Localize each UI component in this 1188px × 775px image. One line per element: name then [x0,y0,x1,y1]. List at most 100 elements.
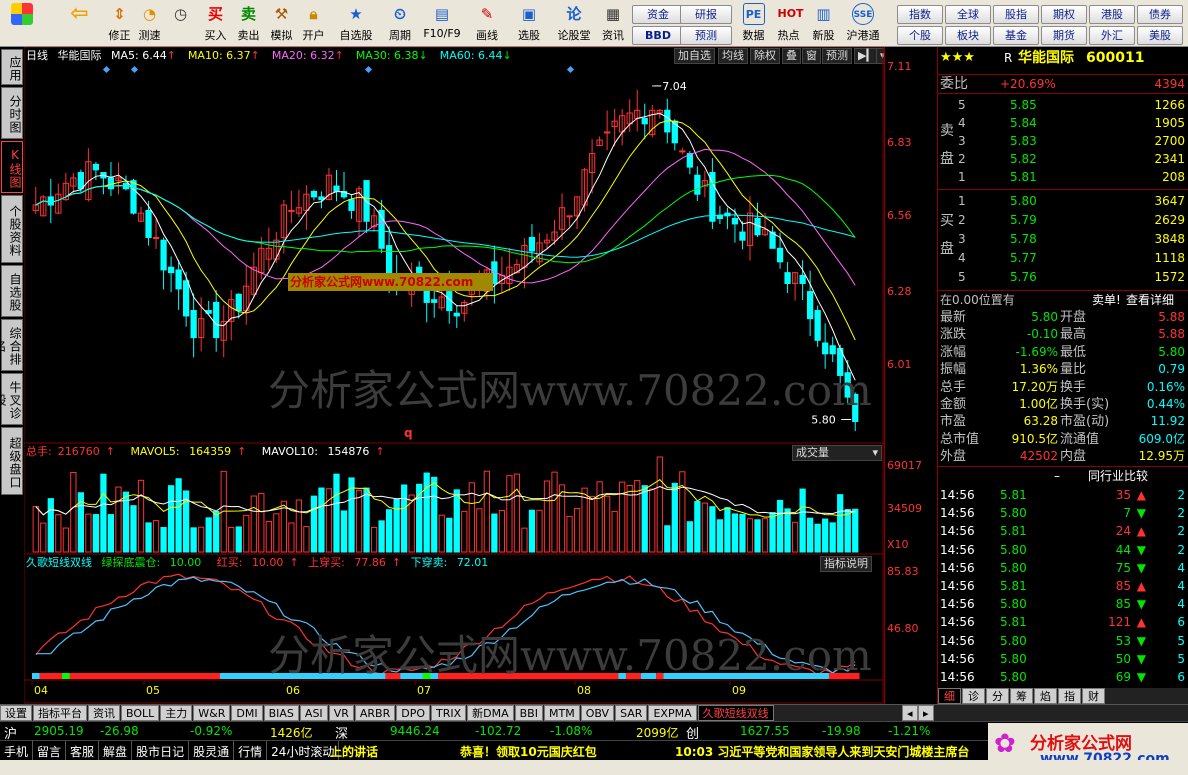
left-tab[interactable]: 综合排名 [0,319,23,371]
simulate-button[interactable]: ⚒ 模拟 [266,2,297,45]
status-tab[interactable]: 客服 [66,741,100,760]
draw-line-button[interactable]: ✎ 画线 [470,2,504,45]
market-button[interactable]: 债券 [1137,5,1183,24]
toolbar-btn-cesu[interactable]: ◔ 测速 [134,2,165,45]
quote-tab[interactable]: 诊 [962,688,985,704]
view-detail-link[interactable]: 查看详细 [1126,291,1174,309]
quote-tab[interactable]: 指 [1058,688,1081,704]
market-button[interactable]: 全球 [945,5,991,24]
chevron-left-icon[interactable]: ◂ [902,705,918,721]
period-button[interactable]: ⏲ 周期 [380,2,420,45]
indicator-tab[interactable]: DPO [396,705,430,721]
hot-button[interactable]: HOT 热点 [773,2,804,45]
hk-connect-button[interactable]: SSE 沪港通 [843,2,883,45]
watchlist-button[interactable]: ★ 自选股 [336,2,376,45]
fund-button[interactable]: 资金 [632,5,684,24]
ask-row[interactable]: 5 5.85 1266 [938,96,1188,114]
forecast-button[interactable]: 预测 [680,26,732,45]
bid-row[interactable]: 1 5.80 3647 [938,192,1188,210]
market-button[interactable]: 基金 [993,26,1039,45]
news-ticker-1[interactable]: 上的讲话 [330,743,378,760]
market-button[interactable]: 外汇 [1089,26,1135,45]
quote-tab[interactable]: 财 [1082,688,1105,704]
grid-menu-button[interactable] [6,2,37,45]
signal-strip-cell [798,673,807,679]
bid-row[interactable]: 4 5.77 1118 [938,249,1188,267]
indicator-tab[interactable]: BOLL [121,705,160,721]
market-button[interactable]: 指数 [897,5,943,24]
market-button[interactable]: 期货 [1041,26,1087,45]
left-tab[interactable]: 牛叉诊股 [0,373,23,425]
status-tab[interactable]: 股灵通 [189,741,235,760]
indicator-tab[interactable]: W&R [193,705,231,721]
quote-tab[interactable]: 筹 [1010,688,1033,704]
indicator-tab[interactable]: VR [328,705,354,721]
news-ticker-2[interactable]: 恭喜！领取10元国庆红包 [460,743,597,760]
toolbar-btn-xiuzheng[interactable]: ⇕ 修正 [104,2,135,45]
chart-canvas[interactable]: 7.04 5.80 q 04 05 06 07 08 09 [24,47,884,704]
left-tab[interactable]: 自选股 [1,265,23,317]
indicator-tab[interactable]: BIAS [263,705,299,721]
buy-button[interactable]: 买买入 [200,2,231,45]
industry-compare-link[interactable]: 同行业比较 [1088,467,1148,485]
bbd-button[interactable]: BBD [632,26,684,45]
quote-tab[interactable]: 焰 [1034,688,1057,704]
indicator-tab[interactable]: EXPMA [648,705,697,721]
left-tab[interactable]: 应用 [1,49,23,85]
indicator-tab[interactable]: TRIX [430,705,467,721]
left-tab[interactable]: 分时图 [1,87,23,139]
ask-row[interactable]: 4 5.84 1905 [938,114,1188,132]
market-button[interactable]: 个股 [897,26,943,45]
grid-icon [10,3,33,25]
toolbar-btn-cesu2[interactable]: ◷ [165,2,196,45]
news-button[interactable]: ▦ 资讯 [596,2,630,45]
status-tab[interactable]: 留言 [33,741,67,760]
status-tab[interactable]: 24小时滚动 [267,741,340,760]
open-account-button[interactable]: 🔒︎ 开户 [298,2,329,45]
sell-button[interactable]: 卖卖出 [233,2,264,45]
data-button[interactable]: PE 数据 [738,2,769,45]
status-tab[interactable]: 手机 [0,741,34,760]
indicator-tab[interactable]: OBV [580,705,615,721]
indicator-tab[interactable]: BBI [514,705,543,721]
quote-tab[interactable]: 分 [986,688,1009,704]
market-button[interactable]: 港股 [1089,5,1135,24]
indicator-tab[interactable]: SAR [615,705,648,721]
indicator-tab[interactable]: MTM [543,705,580,721]
market-button[interactable]: 期权 [1041,5,1087,24]
bid-row[interactable]: 3 5.78 3848 [938,230,1188,248]
ask-row[interactable]: 3 5.83 2700 [938,132,1188,150]
quote-tab[interactable]: 细 [938,688,961,704]
status-tab[interactable]: 解盘 [99,741,133,760]
left-tab[interactable]: 超级盘口 [1,427,23,495]
forum-button[interactable]: 论论股堂 [556,2,592,45]
left-tab[interactable]: 个股资料 [1,195,23,263]
indicator-tab[interactable]: DMI [231,705,263,721]
left-tab[interactable]: K线图 [1,141,23,193]
status-tab[interactable]: 股市日记 [132,741,190,760]
market-button[interactable]: 股指 [993,5,1039,24]
indicator-tab[interactable]: 主力 [160,705,193,721]
bid-row[interactable]: 2 5.79 2629 [938,211,1188,229]
bid-row[interactable]: 5 5.76 1572 [938,268,1188,286]
news-ticker-3[interactable]: 10:03 习近平等党和国家领导人来到天安门城楼主席台 [675,743,987,760]
ipo-button[interactable]: ▥ 新股 [808,2,839,45]
price-axis-label: 7.11 [887,60,912,73]
market-button[interactable]: 美股 [1137,26,1183,45]
indicator-tab[interactable]: 指标平台 [33,705,87,721]
market-button[interactable]: 板块 [945,26,991,45]
indicator-tab[interactable]: 久歌短线双线 [697,705,774,721]
status-tab[interactable]: 行情 [234,741,268,760]
ask-row[interactable]: 2 5.82 2341 [938,150,1188,168]
indicator-tab[interactable]: 资讯 [88,705,120,721]
select-stock-button[interactable]: ▣ 选股 [512,2,546,45]
back-button[interactable]: ⇦ [64,2,95,45]
chevron-right-icon[interactable]: ▸ [918,705,934,721]
indicator-tab[interactable]: ARBR [354,705,396,721]
indicator-tab[interactable]: 新DMA [467,705,514,721]
research-button[interactable]: 研报 [680,5,732,24]
indicator-tab[interactable]: 设置 [0,705,32,721]
f10-button[interactable]: ▤ F10/F9 [422,2,462,45]
indicator-tab[interactable]: ASI [299,705,328,721]
ask-row[interactable]: 1 5.81 208 [938,168,1188,186]
